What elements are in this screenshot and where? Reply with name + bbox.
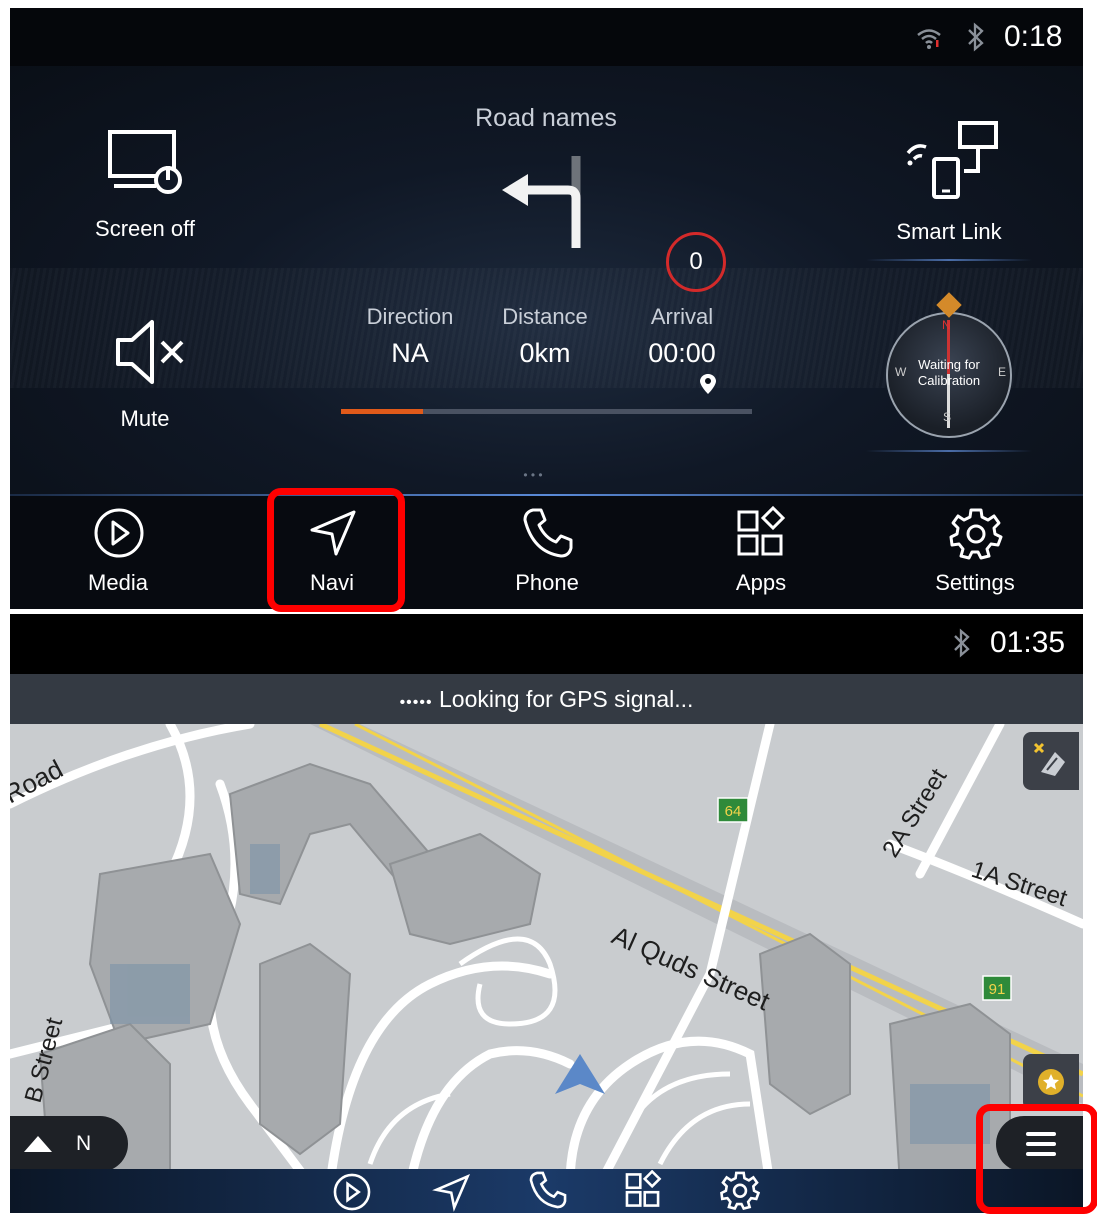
orientation-label: N [76, 1132, 92, 1155]
location-pin-icon [700, 374, 716, 394]
status-bar-2 [10, 614, 1083, 674]
distance-label: Distance [502, 304, 588, 329]
gps-message: Looking for GPS signal... [438, 686, 694, 712]
arrival-label: Arrival [650, 304, 714, 329]
smart-link-label: Smart Link [896, 219, 1002, 244]
gps-status-bar: ••••• Looking for GPS signal... [10, 674, 1083, 724]
direction-value: NA [391, 338, 429, 368]
traffic-toggle-button[interactable] [1023, 732, 1079, 790]
mute-label: Mute [120, 406, 170, 431]
navi-highlight-box [267, 488, 405, 612]
wifi-icon [917, 29, 941, 49]
north-arrow-icon [24, 1136, 52, 1152]
favorites-button[interactable] [1023, 1054, 1079, 1110]
compass-widget: N S E W Waiting for Calibration [866, 292, 1032, 452]
apps-icon[interactable] [624, 1170, 664, 1210]
route-progress-fill [341, 409, 424, 414]
dock-phone-label: Phone [515, 570, 579, 595]
monitor-power-icon [108, 130, 182, 194]
compass-underline [866, 450, 1032, 452]
road-names: Road names [475, 104, 617, 132]
direction-label: Direction [366, 304, 454, 329]
compass-status-line1: Waiting for [918, 357, 980, 372]
route-progress-bar [341, 409, 752, 414]
dock-media-button[interactable]: Media [48, 506, 188, 606]
navigation-icon[interactable] [432, 1172, 472, 1212]
compass-e: E [998, 365, 1007, 379]
distance-value: 0km [519, 338, 571, 368]
gps-dots: ••••• [399, 694, 433, 711]
menu-highlight-box [976, 1104, 1097, 1214]
route-shield-91: 91 [989, 981, 1006, 998]
play-icon [94, 508, 144, 558]
arrival-value: 00:00 [648, 338, 716, 368]
traffic-off-icon [1033, 742, 1065, 776]
smart-link-button[interactable]: Smart Link [866, 113, 1032, 261]
compass-s: S [943, 410, 952, 424]
compass-status: Waiting for Calibration [900, 357, 998, 389]
status-time: 0:18 [1004, 20, 1063, 53]
star-icon [1038, 1069, 1064, 1095]
dock-apps-button[interactable]: Apps [691, 506, 831, 606]
phone-icon[interactable] [528, 1170, 568, 1210]
mute-icon [116, 320, 184, 384]
screen-off-button[interactable]: Screen off [70, 126, 220, 256]
dock-phone-button[interactable]: Phone [477, 506, 617, 606]
home-screen: 0:18 Screen off Mute Smart Link Road nam… [10, 8, 1083, 609]
gear-icon[interactable] [720, 1170, 760, 1210]
compass-n: N [942, 318, 951, 332]
play-icon[interactable] [332, 1172, 372, 1212]
navigation-screen: 01:35 ••••• Looking for GPS signal... Al… [10, 614, 1083, 1213]
compass-status-line2: Calibration [917, 373, 981, 388]
turn-left-arrow-icon [502, 156, 581, 248]
map-view[interactable]: Al Quds Street Road 2A Street 1A Street … [10, 724, 1083, 1184]
page-indicator[interactable]: • • • [518, 468, 548, 482]
status-time-2: 01:35 [990, 626, 1066, 659]
dock-settings-button[interactable]: Settings [905, 506, 1045, 606]
dock-media-label: Media [88, 570, 148, 595]
bluetooth-icon [968, 22, 984, 52]
speed-value: 0 [689, 248, 703, 275]
screen-off-label: Screen off [95, 216, 195, 241]
dock-settings-label: Settings [935, 570, 1015, 595]
gear-icon [949, 508, 1003, 560]
bluetooth-icon-2 [954, 628, 970, 658]
apps-icon [737, 506, 786, 556]
mute-button[interactable]: Mute [70, 318, 220, 448]
dock-apps-label: Apps [735, 570, 787, 595]
orientation-button[interactable]: N [10, 1116, 128, 1172]
smart-link-icon [906, 121, 998, 199]
smart-link-underline [866, 259, 1032, 261]
phone-icon [523, 508, 573, 558]
route-shield-64: 64 [725, 803, 742, 820]
